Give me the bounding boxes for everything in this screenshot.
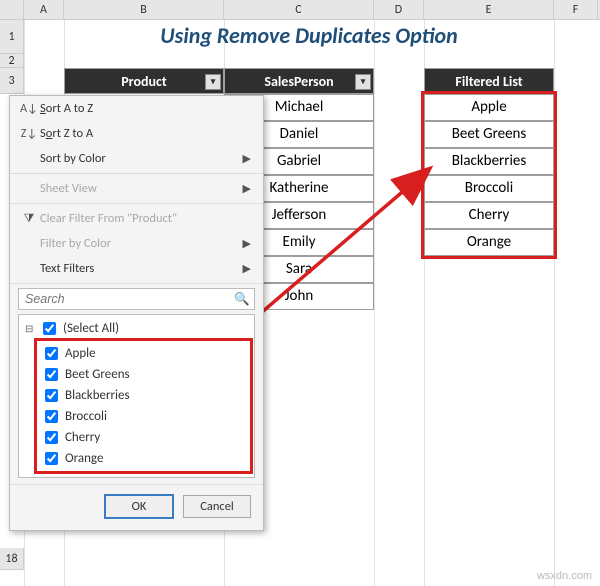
row-1[interactable]: 1: [0, 20, 24, 54]
row-3[interactable]: 3: [0, 68, 24, 94]
clear-filter-icon: ⧩: [18, 212, 40, 226]
col-E[interactable]: E: [424, 0, 554, 19]
chevron-right-icon: ▶: [243, 152, 255, 165]
filter-search[interactable]: 🔍: [18, 288, 255, 310]
check-item[interactable]: Broccoli: [39, 406, 248, 427]
menu-text-filters[interactable]: Text Filters ▶: [10, 256, 263, 281]
check-item[interactable]: Apple: [39, 343, 248, 364]
page-title: Using Remove Duplicates Option: [64, 22, 554, 49]
header-product: Product ▾: [64, 68, 224, 94]
cell-filtered[interactable]: Orange: [424, 229, 554, 256]
col-A[interactable]: A: [24, 0, 64, 19]
sort-az-icon: A↓: [18, 102, 40, 116]
cell-filtered[interactable]: Blackberries: [424, 148, 554, 175]
col-D[interactable]: D: [374, 0, 424, 19]
cell-filtered[interactable]: Apple: [424, 94, 554, 121]
search-icon: 🔍: [234, 292, 250, 307]
cell-filtered[interactable]: Beet Greens: [424, 121, 554, 148]
chevron-right-icon: ▶: [243, 262, 255, 275]
col-F[interactable]: F: [554, 0, 598, 19]
cell-filtered[interactable]: Cherry: [424, 202, 554, 229]
filter-menu: A↓ Sort A to Z Z↓ Sort Z to A Sort by Co…: [9, 95, 264, 531]
menu-clear-filter: ⧩ Clear Filter From "Product": [10, 206, 263, 231]
filter-dropdown-salesperson[interactable]: ▾: [355, 74, 371, 90]
menu-sheet-view: Sheet View ▶: [10, 176, 263, 201]
menu-sort-az[interactable]: A↓ Sort A to Z: [10, 96, 263, 121]
check-item[interactable]: Cherry: [39, 427, 248, 448]
search-input[interactable]: [23, 291, 234, 307]
sort-za-icon: Z↓: [18, 127, 40, 141]
chevron-right-icon: ▶: [243, 182, 255, 195]
menu-sort-color[interactable]: Sort by Color ▶: [10, 146, 263, 171]
watermark: wsxdn.com: [537, 570, 592, 582]
col-B[interactable]: B: [64, 0, 224, 19]
check-item[interactable]: Orange: [39, 448, 248, 469]
header-salesperson: SalesPerson ▾: [224, 68, 374, 94]
checklist-highlight: Apple Beet Greens Blackberries Broccoli …: [37, 341, 250, 471]
menu-sort-za[interactable]: Z↓ Sort Z to A: [10, 121, 263, 146]
cancel-button[interactable]: Cancel: [183, 495, 251, 518]
column-headers: A B C D E F: [0, 0, 600, 20]
menu-filter-color: Filter by Color ▶: [10, 231, 263, 256]
col-C[interactable]: C: [224, 0, 374, 19]
check-item[interactable]: Beet Greens: [39, 364, 248, 385]
header-filtered: Filtered List: [424, 68, 554, 94]
filter-checklist: ⊟ (Select All) Apple Beet Greens Blackbe…: [18, 314, 255, 478]
chevron-right-icon: ▶: [243, 237, 255, 250]
row-2[interactable]: 2: [0, 54, 24, 68]
cell-filtered[interactable]: Broccoli: [424, 175, 554, 202]
filter-dropdown-product[interactable]: ▾: [205, 74, 221, 90]
check-select-all[interactable]: ⊟ (Select All): [23, 318, 250, 339]
ok-button[interactable]: OK: [105, 495, 173, 518]
row-18[interactable]: 18: [0, 548, 24, 570]
check-item[interactable]: Blackberries: [39, 385, 248, 406]
